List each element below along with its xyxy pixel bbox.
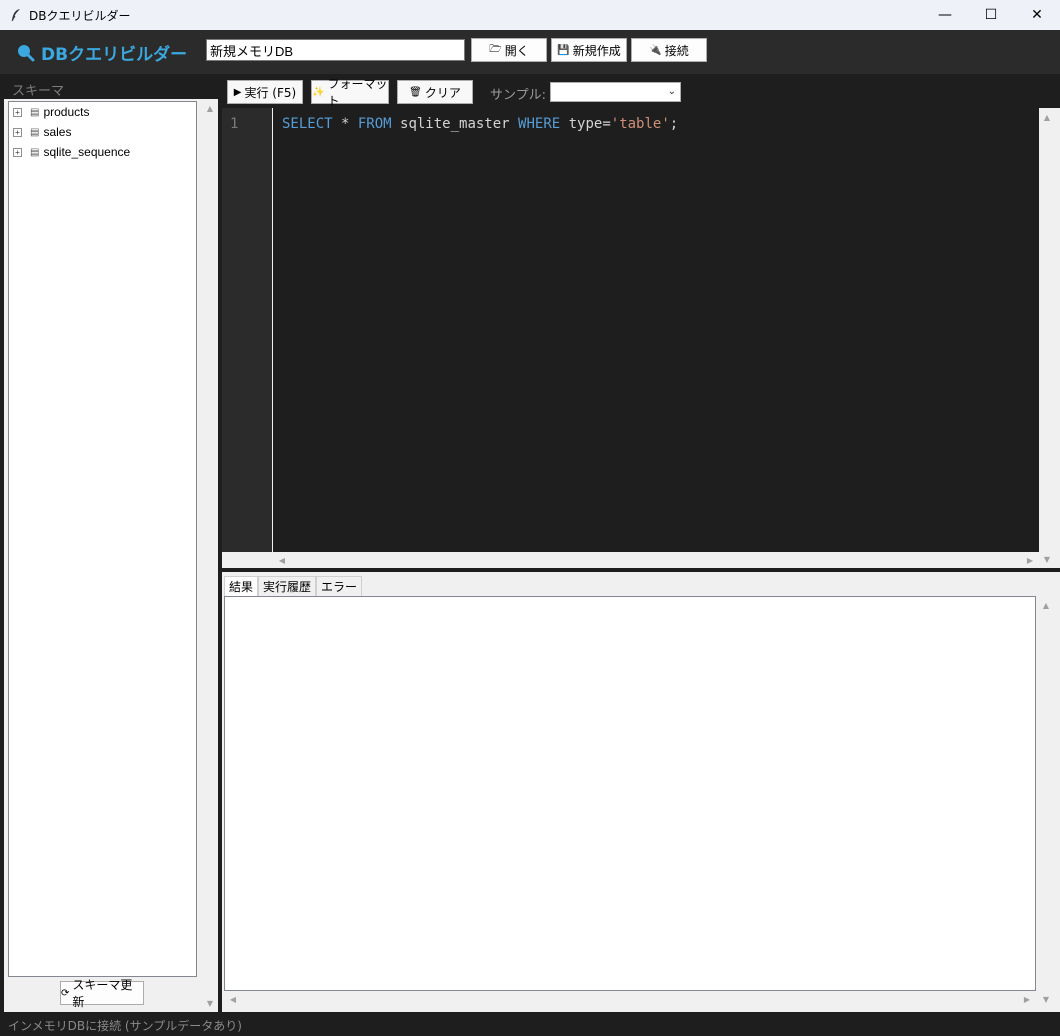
token-end: ;	[669, 116, 679, 132]
scroll-down-icon[interactable]: ▼	[1040, 552, 1054, 566]
string-literal: 'table'	[610, 116, 670, 132]
title-bar: DBクエリビルダー — ☐ ✕	[0, 0, 1060, 30]
results-tabs: 結果 実行履歴 エラー	[224, 576, 363, 596]
table-icon: ▤	[30, 106, 40, 118]
window-controls: — ☐ ✕	[922, 0, 1060, 30]
tree-item-sqlite-sequence[interactable]: + ▤ sqlite_sequence	[13, 143, 130, 161]
table-icon: ▤	[30, 126, 40, 138]
plug-icon: 🔌	[649, 44, 662, 56]
table-icon: ▤	[30, 146, 40, 158]
scroll-up-icon[interactable]: ▲	[203, 101, 217, 115]
window-title: DBクエリビルダー	[29, 8, 131, 23]
keyword-from: FROM	[357, 116, 392, 132]
results-panel: 結果 実行履歴 エラー ▲ ▼ ◀ ▶	[222, 572, 1060, 1012]
run-button-label: 実行 (F5)	[244, 85, 297, 100]
expand-icon[interactable]: +	[13, 127, 22, 137]
chevron-down-icon[interactable]: ⌄	[668, 86, 676, 97]
tree-item-label: sales	[43, 125, 72, 139]
tree-item-sales[interactable]: + ▤ sales	[13, 123, 71, 141]
tab-errors[interactable]: エラー	[316, 576, 363, 596]
save-icon: 💾	[557, 44, 570, 56]
scroll-left-icon[interactable]: ◀	[226, 992, 240, 1006]
brand: DBクエリビルダー	[16, 40, 187, 65]
clear-button[interactable]: 🗑 クリア	[397, 80, 473, 104]
schema-tree[interactable]: + ▤ products + ▤ sales + ▤ sqlite_sequen…	[8, 101, 197, 977]
trash-icon: 🗑	[409, 86, 422, 98]
main-toolbar: DBクエリビルダー 🗁 開く 💾 新規作成 🔌 接続	[0, 30, 1060, 74]
keyword-select: SELECT	[282, 116, 333, 132]
tree-item-label: sqlite_sequence	[43, 145, 131, 159]
scroll-up-icon[interactable]: ▲	[1040, 110, 1054, 124]
connect-button[interactable]: 🔌 接続	[631, 38, 707, 62]
sample-label: サンプル:	[490, 88, 546, 103]
open-button[interactable]: 🗁 開く	[471, 38, 547, 62]
maximize-button[interactable]: ☐	[968, 0, 1014, 30]
line-number-gutter: 1	[222, 108, 272, 552]
close-button[interactable]: ✕	[1014, 0, 1060, 30]
expand-icon[interactable]: +	[13, 147, 22, 157]
open-button-label: 開く	[504, 43, 529, 58]
brand-title: DBクエリビルダー	[41, 45, 188, 65]
db-name-input[interactable]	[206, 39, 465, 61]
schema-panel: スキーマ + ▤ products + ▤ sales + ▤ sqlite_s…	[0, 74, 220, 1012]
results-horizontal-scrollbar[interactable]: ◀ ▶	[224, 991, 1036, 1007]
line-number: 1	[230, 116, 239, 132]
results-vertical-scrollbar[interactable]: ▲ ▼	[1038, 596, 1054, 1008]
results-grid[interactable]	[224, 596, 1036, 991]
token-cond: type=	[560, 116, 611, 132]
tree-item-products[interactable]: + ▤ products	[13, 103, 89, 121]
expand-icon[interactable]: +	[13, 107, 22, 117]
sample-select[interactable]: ⌄	[550, 82, 681, 102]
schema-vertical-scrollbar[interactable]: ▲ ▼	[203, 99, 217, 1012]
refresh-schema-label: スキーマ更新	[72, 978, 133, 1009]
editor-vertical-scrollbar[interactable]: ▲ ▼	[1039, 108, 1055, 568]
scroll-up-icon[interactable]: ▲	[1039, 598, 1053, 612]
format-button[interactable]: ✨ フォーマット	[311, 77, 389, 108]
scroll-down-icon[interactable]: ▼	[1039, 992, 1053, 1006]
new-button[interactable]: 💾 新規作成	[551, 38, 627, 62]
keyword-where: WHERE	[518, 116, 561, 132]
status-text: インメモリDBに接続 (サンプルデータあり)	[8, 1019, 242, 1033]
run-button[interactable]: ▶ 実行 (F5)	[227, 80, 303, 104]
play-icon: ▶	[233, 86, 242, 98]
scroll-left-icon[interactable]: ◀	[275, 553, 289, 567]
scroll-down-icon[interactable]: ▼	[203, 996, 217, 1010]
tab-history[interactable]: 実行履歴	[258, 576, 317, 596]
tree-item-label: products	[43, 105, 90, 119]
magnifier-icon	[16, 43, 36, 63]
feather-icon	[9, 8, 23, 22]
scroll-right-icon[interactable]: ▶	[1020, 992, 1034, 1006]
folder-icon: 🗁	[489, 43, 502, 55]
sql-editor: 1 SELECT * FROM sqlite_master WHERE type…	[222, 108, 1060, 568]
refresh-schema-button[interactable]: ⟳ スキーマ更新	[60, 978, 144, 1009]
scroll-right-icon[interactable]: ▶	[1023, 553, 1037, 567]
sql-editor-text[interactable]: SELECT * FROM sqlite_master WHERE type='…	[273, 108, 1039, 552]
clear-button-label: クリア	[424, 85, 461, 100]
refresh-icon: ⟳	[61, 987, 70, 999]
sparkle-icon: ✨	[312, 86, 325, 98]
new-button-label: 新規作成	[572, 43, 621, 58]
code-line: SELECT * FROM sqlite_master WHERE type='…	[282, 116, 678, 132]
format-button-label: フォーマット	[327, 77, 388, 108]
schema-label: スキーマ	[12, 84, 65, 99]
minimize-button[interactable]: —	[922, 0, 968, 30]
connect-button-label: 接続	[664, 43, 689, 58]
status-bar: インメモリDBに接続 (サンプルデータあり)	[0, 1012, 1060, 1036]
schema-area: + ▤ products + ▤ sales + ▤ sqlite_sequen…	[4, 99, 218, 1012]
tab-results[interactable]: 結果	[224, 576, 259, 596]
editor-horizontal-scrollbar[interactable]: ◀ ▶	[273, 552, 1039, 568]
editor-toolbar: ▶ 実行 (F5) ✨ フォーマット 🗑 クリア サンプル: ⌄	[222, 76, 1060, 108]
token-table: sqlite_master	[391, 116, 519, 132]
token-star: *	[332, 116, 358, 132]
